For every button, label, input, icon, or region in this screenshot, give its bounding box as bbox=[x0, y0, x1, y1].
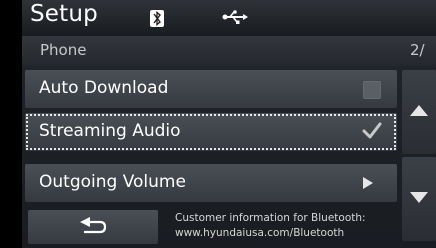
category-bar: Phone 2/ bbox=[22, 36, 436, 66]
menu-item-auto-download[interactable]: Auto Download bbox=[25, 70, 397, 108]
back-button[interactable] bbox=[28, 210, 158, 244]
info-line-1: Customer information for Bluetooth: bbox=[175, 212, 366, 224]
setup-screen: Setup Phone 2/ Auto Download Streaming A… bbox=[22, 0, 436, 248]
screen-title: Setup bbox=[30, 1, 98, 27]
back-arrow-icon bbox=[78, 217, 108, 237]
scroll-up-icon bbox=[410, 105, 428, 116]
bluetooth-info-text: Customer information for Bluetooth: www.… bbox=[175, 211, 433, 241]
info-line-2: www.hyundaiusa.com/Bluetooth bbox=[175, 227, 345, 239]
scroll-down-icon bbox=[410, 192, 428, 203]
menu-item-streaming-audio[interactable]: Streaming Audio bbox=[25, 113, 397, 151]
scroll-up-button[interactable] bbox=[402, 70, 436, 154]
check-icon[interactable] bbox=[362, 122, 382, 140]
page-indicator: 2/ bbox=[410, 41, 425, 59]
menu-item-label: Auto Download bbox=[39, 78, 169, 98]
category-title: Phone bbox=[40, 41, 87, 59]
header-bar: Setup bbox=[22, 0, 436, 36]
auto-download-checkbox[interactable] bbox=[363, 81, 381, 99]
menu-item-outgoing-volume[interactable]: Outgoing Volume bbox=[25, 164, 397, 202]
usb-icon bbox=[222, 9, 248, 25]
bluetooth-icon bbox=[150, 10, 164, 27]
menu-item-label: Streaming Audio bbox=[39, 121, 181, 141]
chevron-right-icon bbox=[363, 177, 373, 189]
menu-item-label: Outgoing Volume bbox=[39, 172, 186, 192]
